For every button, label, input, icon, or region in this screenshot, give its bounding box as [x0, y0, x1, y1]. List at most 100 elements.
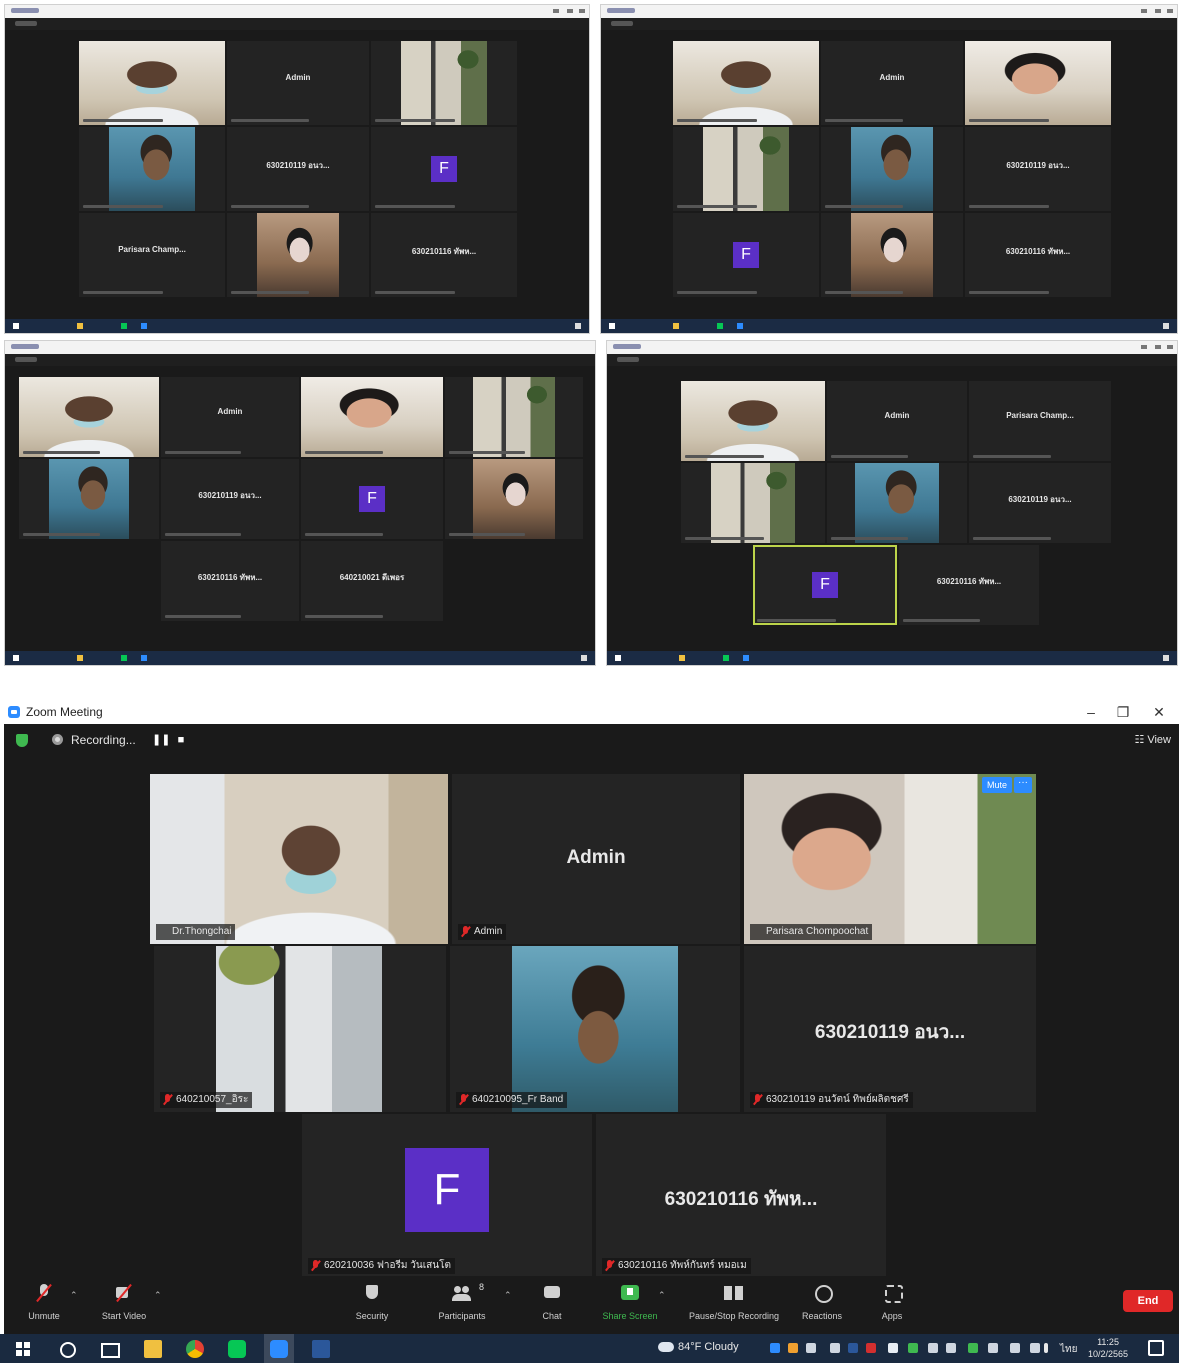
end-meeting-button[interactable]: End [1123, 1290, 1173, 1312]
chat-button[interactable]: Chat [512, 1282, 592, 1324]
participants-options-caret[interactable]: ⌃ [504, 1290, 512, 1301]
tray-app-icon[interactable] [866, 1343, 876, 1353]
thumb-tile: 630210119 อนว... [965, 127, 1111, 211]
tray-app-icon[interactable] [848, 1343, 858, 1353]
thumb-tile: Admin [821, 41, 963, 125]
thumb-tile: 630210116 ทัพห... [161, 541, 299, 621]
video-tile-630210119[interactable]: 630210119 อนว... 630210119 อนวัตน์ ทิพย์… [744, 946, 1036, 1112]
reactions-button[interactable]: Reactions [782, 1282, 862, 1324]
video-tile-620210036[interactable]: F 620210036 ฟาอรีม วันเสนโต [302, 1114, 592, 1278]
thumb-tile: 630210119 อนว... [969, 463, 1111, 543]
apps-icon [882, 1284, 903, 1303]
thumb-tile: Parisara Champ... [79, 213, 225, 297]
input-language-indicator[interactable]: ไทย [1060, 1342, 1077, 1357]
thumb-tile: 630210116 ทัพห... [965, 213, 1111, 297]
thumb-tile: 630210116 ทัพห... [371, 213, 517, 297]
share-options-caret[interactable]: ⌃ [658, 1290, 666, 1301]
search-icon[interactable] [58, 1340, 76, 1358]
apps-button[interactable]: Apps [852, 1282, 932, 1324]
video-tile-parisara[interactable]: Mute ··· Parisara Chompoochat [744, 774, 1036, 944]
share-screen-button[interactable]: Share Screen [590, 1282, 670, 1324]
thumb-tile [821, 127, 963, 211]
thumb-title-bar [607, 341, 1177, 354]
start-video-button[interactable]: Start Video [84, 1282, 164, 1324]
thumbnail-screenshot-4: Admin Parisara Champ... 630210119 อนว...… [606, 340, 1178, 666]
muted-mic-icon [459, 1094, 468, 1105]
windows-start-icon[interactable] [14, 1340, 32, 1358]
chrome-icon[interactable] [186, 1340, 204, 1358]
thumb-title-bar [5, 341, 595, 354]
participant-display-name: 630210116 ทัพห... [664, 1189, 818, 1210]
more-options-button[interactable]: ··· [1014, 777, 1032, 793]
maximize-button[interactable]: ❐ [1108, 702, 1138, 722]
muted-mic-icon [311, 1260, 320, 1271]
security-button[interactable]: Security [332, 1282, 412, 1324]
thumb-tile [821, 213, 963, 297]
mute-participant-button[interactable]: Mute [981, 777, 1012, 793]
thumb-tile: Admin [161, 377, 299, 457]
close-button[interactable]: ✕ [1144, 702, 1174, 722]
pause-recording-button[interactable]: ❚❚ [152, 733, 170, 747]
video-tile-640210057[interactable]: 640210057_อิระ [154, 946, 446, 1112]
stop-recording-button[interactable]: ■ [174, 733, 188, 747]
thumb-tile [371, 41, 517, 125]
thumb-tile: Admin [827, 381, 967, 461]
clock-date: 10/2/2565 [1088, 1349, 1129, 1359]
video-tile-admin[interactable]: Admin Admin [452, 774, 740, 944]
zoom-app-icon[interactable] [270, 1340, 288, 1358]
encryption-shield-icon[interactable] [16, 734, 28, 747]
unmute-button[interactable]: Unmute [4, 1282, 84, 1324]
microphone-muted-icon [34, 1284, 54, 1302]
thumb-tile [673, 41, 819, 125]
tray-app-icon[interactable] [806, 1343, 816, 1353]
thumb-tile [227, 213, 369, 297]
network-icon[interactable] [1010, 1343, 1020, 1353]
word-app-icon[interactable] [312, 1340, 330, 1358]
tray-app-icon[interactable] [888, 1343, 898, 1353]
minimize-button[interactable]: – [1076, 702, 1106, 722]
tray-app-icon[interactable] [928, 1343, 938, 1353]
thumb-taskbar [601, 319, 1177, 333]
tray-app-icon[interactable] [770, 1343, 780, 1353]
tray-app-icon[interactable] [788, 1343, 798, 1353]
composite-screenshot: Admin 630210119 อนว... F Parisara Champ.… [0, 0, 1179, 1363]
tray-app-icon[interactable] [988, 1343, 998, 1353]
participant-video [744, 774, 1036, 944]
thumbnail-screenshot-2: Admin 630210119 อนว... F 630210116 ทัพห.… [600, 4, 1178, 334]
tray-app-icon[interactable] [946, 1343, 956, 1353]
pause-stop-recording-button[interactable]: Pause/Stop Recording [684, 1282, 784, 1324]
thumbnail-screenshot-1: Admin 630210119 อนว... F Parisara Champ.… [4, 4, 590, 334]
video-tile-630210116[interactable]: 630210116 ทัพห... 630210116 ทัพห์กันทร์ … [596, 1114, 886, 1278]
audio-options-caret[interactable]: ⌃ [70, 1290, 78, 1301]
thumb-tile [681, 463, 825, 543]
participants-button[interactable]: Participants [422, 1282, 502, 1324]
video-tile-640210095[interactable]: 640210095_Fr Band [450, 946, 740, 1112]
participant-name-label: 620210036 ฟาอรีม วันเสนโต [308, 1258, 455, 1274]
line-app-icon[interactable] [228, 1340, 246, 1358]
thumb-tile: F [301, 459, 443, 539]
task-view-icon[interactable] [100, 1340, 120, 1358]
video-options-caret[interactable]: ⌃ [154, 1290, 162, 1301]
tray-app-icon[interactable] [968, 1343, 978, 1353]
battery-icon[interactable] [1044, 1343, 1048, 1353]
participant-name-label: 630210116 ทัพห์กันทร์ หมอเม [602, 1258, 751, 1274]
muted-mic-icon [753, 1094, 762, 1105]
volume-icon[interactable] [1030, 1343, 1040, 1353]
thumb-tile: Admin [227, 41, 369, 125]
tray-app-icon[interactable] [830, 1343, 840, 1353]
tray-app-icon[interactable] [908, 1343, 918, 1353]
clock-time: 11:25 [1097, 1337, 1119, 1347]
thumbnail-screenshot-3: Admin 630210119 อนว... F 630210116 ทัพห.… [4, 340, 596, 666]
notifications-icon[interactable] [1148, 1340, 1164, 1356]
video-tile-dr-thongchai[interactable]: Dr.Thongchai [150, 774, 448, 944]
video-off-icon [114, 1284, 134, 1302]
participant-name-label: Parisara Chompoochat [750, 924, 873, 940]
weather-widget[interactable]: 84°F Cloudy [658, 1341, 739, 1353]
thumb-title-bar [601, 5, 1177, 18]
thumb-top-bar [607, 354, 1177, 366]
thumb-tile: 640210021 ดีเพอร [301, 541, 443, 621]
view-button[interactable]: ☷ View [1134, 733, 1171, 746]
participant-display-name: Admin [566, 847, 626, 868]
system-clock[interactable]: 11:25 10/2/2565 [1088, 1336, 1128, 1360]
file-explorer-icon[interactable] [144, 1340, 162, 1358]
